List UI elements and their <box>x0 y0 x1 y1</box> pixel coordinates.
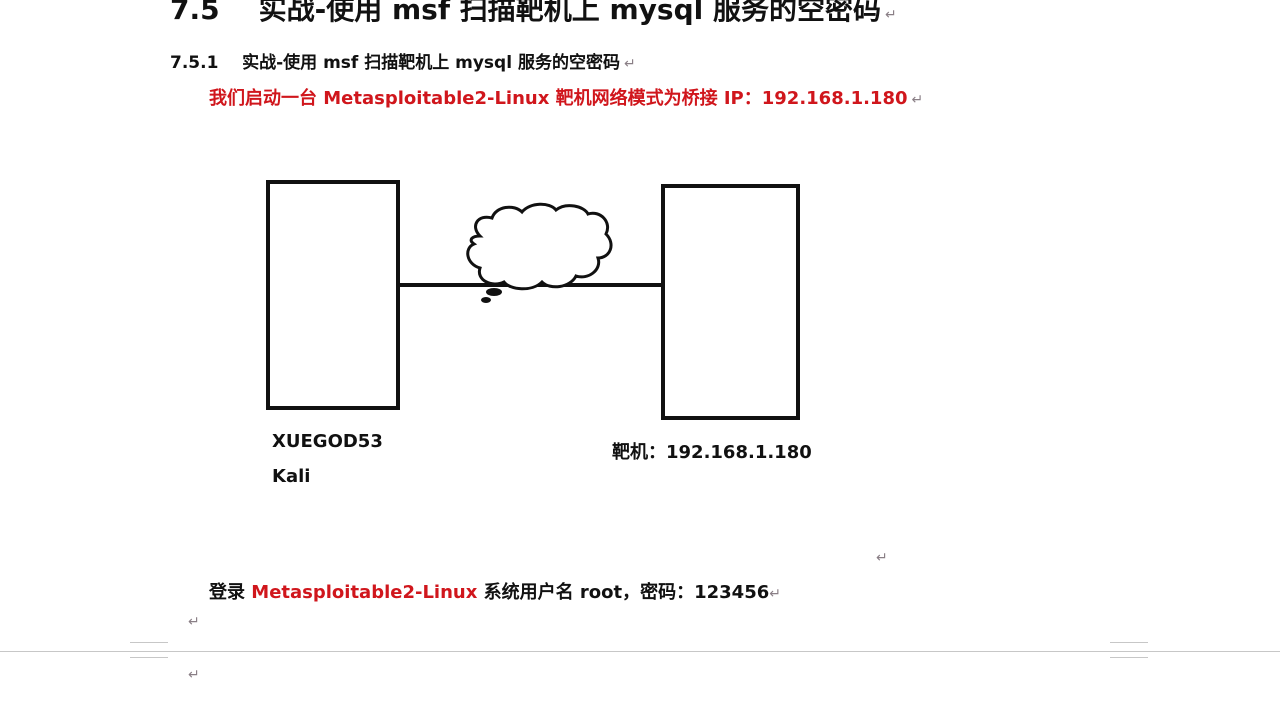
login-prefix: 登录 <box>209 582 252 603</box>
cloud-tail-dot <box>486 288 502 296</box>
paragraph-mark-icon: ↵ <box>188 667 200 683</box>
login-suffix: 系统用户名 root，密码：123456 <box>477 582 770 603</box>
login-highlight: Metasploitable2-Linux <box>251 582 478 603</box>
paragraph-mark-icon: ↵ <box>876 550 888 566</box>
kali-machine-box <box>266 180 400 410</box>
login-instructions: 登录 Metasploitable2-Linux 系统用户名 root，密码：1… <box>209 578 781 604</box>
kali-os-label: Kali <box>272 466 311 487</box>
left-margin-mark <box>130 642 168 658</box>
paragraph-mark-icon: ↵ <box>188 614 200 630</box>
cloud-tail-dot <box>481 297 491 303</box>
paragraph-mark-icon: ↵ <box>769 586 781 602</box>
page-break-rule <box>0 651 1280 652</box>
right-margin-mark <box>1110 642 1148 658</box>
network-cloud-icon <box>466 202 613 291</box>
kali-hostname-label: XUEGOD53 <box>272 431 383 452</box>
network-diagram <box>266 180 800 420</box>
target-machine-box <box>661 184 800 420</box>
target-ip-label: 靶机：192.168.1.180 <box>612 442 812 463</box>
